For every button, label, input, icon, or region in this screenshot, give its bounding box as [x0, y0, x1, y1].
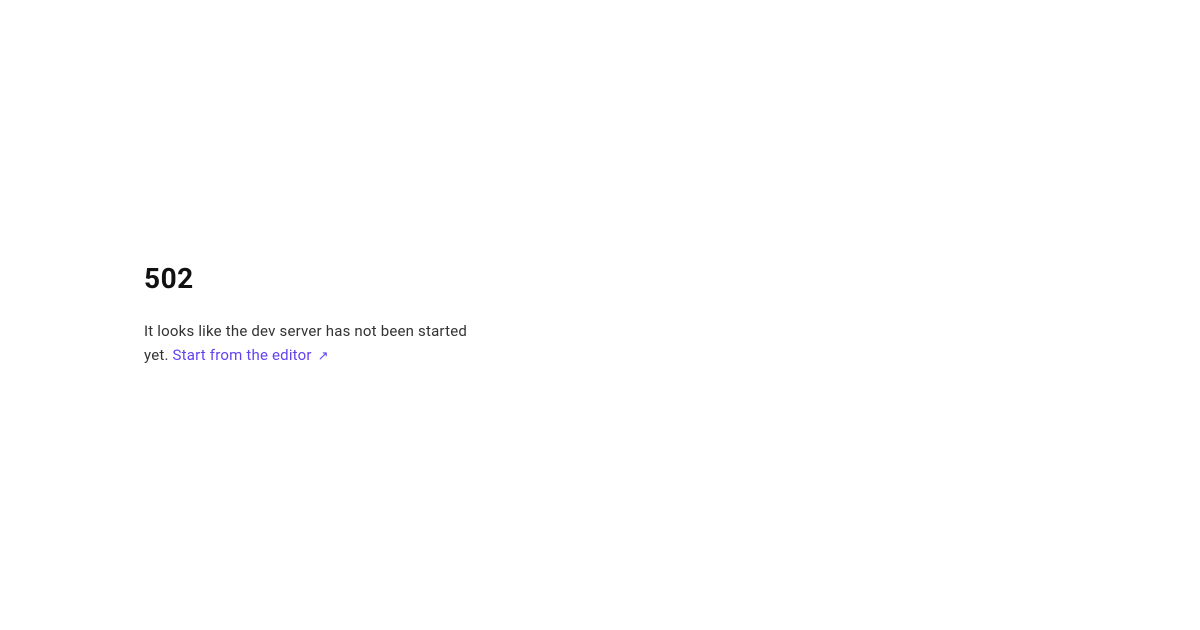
error-message: It looks like the dev server has not bee…: [144, 319, 480, 368]
editor-link-text: Start from the editor: [173, 346, 316, 364]
external-arrow-icon: ↗: [318, 347, 329, 368]
error-container: 502 It looks like the dev server has not…: [0, 262, 480, 368]
error-code: 502: [144, 262, 480, 295]
start-editor-link[interactable]: Start from the editor ↗: [173, 346, 329, 364]
